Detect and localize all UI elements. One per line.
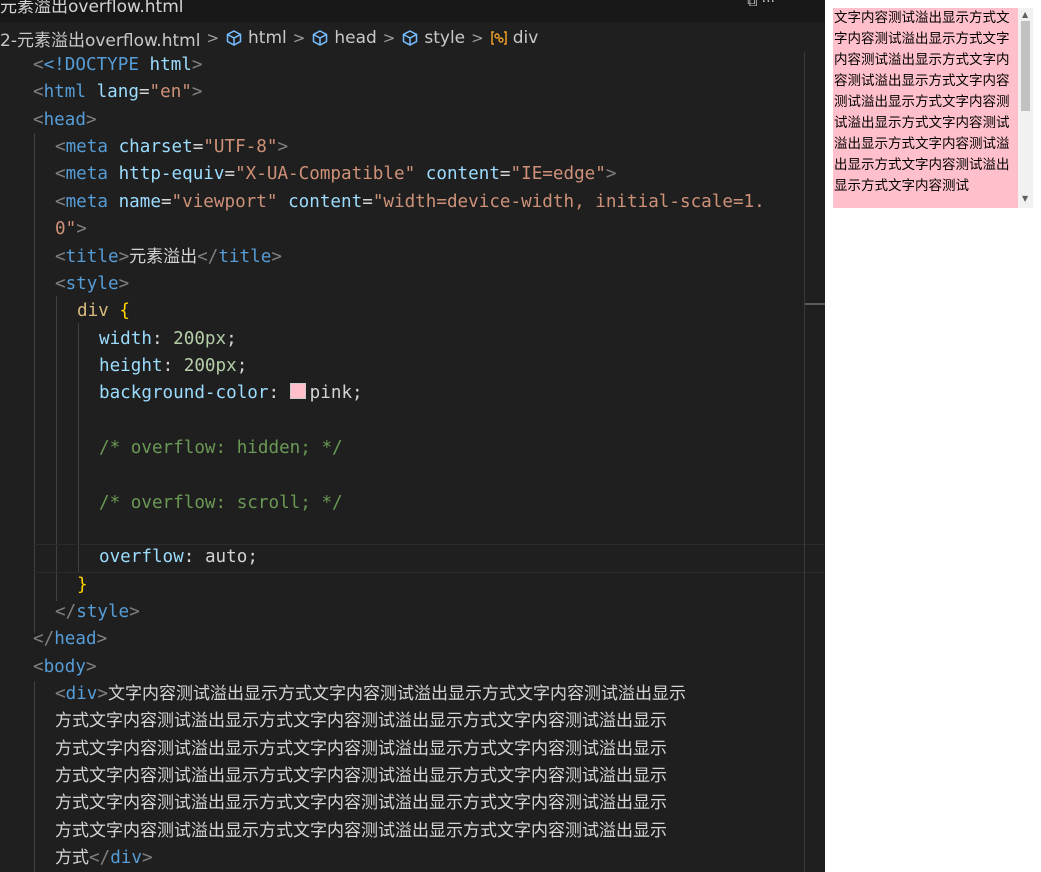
- code-line: 方式</div>: [55, 848, 153, 868]
- code-comment: /* overflow: scroll; */: [99, 493, 343, 513]
- code-line: 方式文字内容测试溢出显示方式文字内容测试溢出显示方式文字内容测试溢出显示: [55, 793, 667, 813]
- code-line: <body>: [33, 657, 97, 677]
- cube-icon: [226, 30, 242, 46]
- code-line: 方式文字内容测试溢出显示方式文字内容测试溢出显示方式文字内容测试溢出显示: [55, 711, 667, 731]
- code-line: </head>: [33, 629, 108, 649]
- breadcrumb-head[interactable]: head: [334, 28, 376, 48]
- code-line: background-color: pink;: [99, 383, 363, 403]
- code-line: <title>元素溢出</title>: [55, 247, 282, 267]
- code-line: <meta http-equiv="X-UA-Compatible" conte…: [55, 164, 617, 184]
- indent-guide: [78, 323, 79, 573]
- code-comment: /* overflow: hidden; */: [99, 438, 343, 458]
- code-line: 方式文字内容测试溢出显示方式文字内容测试溢出显示方式文字内容测试溢出显示: [55, 766, 667, 786]
- div-scrollbar[interactable]: ▲ ▼: [1018, 8, 1033, 208]
- code-line: 方式文字内容测试溢出显示方式文字内容测试溢出显示方式文字内容测试溢出显示: [55, 821, 667, 841]
- breadcrumb-style[interactable]: style: [424, 28, 465, 48]
- code-line: div {: [77, 301, 130, 321]
- cube-icon: [313, 30, 328, 46]
- chevron-right-icon: >: [292, 29, 306, 47]
- scrollbar-thumb[interactable]: [1021, 21, 1030, 111]
- scroll-up-arrow-icon[interactable]: ▲: [1022, 10, 1028, 19]
- color-swatch[interactable]: [289, 383, 306, 399]
- code-line-current: overflow: auto;: [99, 547, 258, 567]
- breadcrumb-div[interactable]: div: [513, 28, 539, 48]
- code-line: height: 200px;: [99, 356, 248, 376]
- indent-guide: [34, 681, 35, 872]
- breadcrumb: 2-元素溢出overflow.html > html > head > styl…: [0, 26, 539, 51]
- chevron-right-icon: >: [471, 29, 484, 47]
- code-line: }: [77, 575, 88, 595]
- code-line: <style>: [55, 274, 130, 294]
- tab-bar: 元素溢出overflow.html ⧉ ···: [0, 0, 825, 22]
- breadcrumb-file[interactable]: 2-元素溢出overflow.html: [0, 26, 200, 51]
- chevron-right-icon: >: [382, 29, 396, 47]
- scroll-down-arrow-icon[interactable]: ▼: [1022, 194, 1028, 203]
- scrollbar-marker: [805, 303, 825, 305]
- code-editor[interactable]: 元素溢出overflow.html ⧉ ··· 2-元素溢出overflow.h…: [0, 0, 825, 872]
- code-line: <div>文字内容测试溢出显示方式文字内容测试溢出显示方式文字内容测试溢出显示: [55, 684, 686, 704]
- tab-actions[interactable]: ⧉ ···: [747, 0, 775, 10]
- browser-preview: 文字内容测试溢出显示方式文字内容测试溢出显示方式文字内容测试溢出显示方式文字内容…: [825, 0, 1041, 872]
- code-line: 方式文字内容测试溢出显示方式文字内容测试溢出显示方式文字内容测试溢出显示: [55, 739, 667, 759]
- overflow-div-text: 文字内容测试溢出显示方式文字内容测试溢出显示方式文字内容测试溢出显示方式文字内容…: [834, 10, 1010, 194]
- code-line: <<!DOCTYPE html>: [33, 55, 203, 75]
- code-line: <meta name="viewport" content="width=dev…: [55, 192, 765, 212]
- chevron-right-icon: >: [206, 29, 220, 47]
- overflow-div[interactable]: 文字内容测试溢出显示方式文字内容测试溢出显示方式文字内容测试溢出显示方式文字内容…: [833, 8, 1033, 208]
- css-selector-icon: [490, 31, 507, 45]
- cube-icon: [403, 30, 418, 46]
- code-line: </style>: [55, 602, 140, 622]
- editor-scrollbar-track[interactable]: [804, 52, 805, 872]
- code-line: width: 200px;: [99, 329, 237, 349]
- code-line: <head>: [33, 110, 97, 130]
- breadcrumb-html[interactable]: html: [248, 28, 287, 48]
- code-line: <meta charset="UTF-8">: [55, 137, 289, 157]
- code-line: <html lang="en">: [33, 82, 203, 102]
- code-line: 0">: [55, 219, 87, 239]
- editor-tab[interactable]: 元素溢出overflow.html: [0, 0, 184, 17]
